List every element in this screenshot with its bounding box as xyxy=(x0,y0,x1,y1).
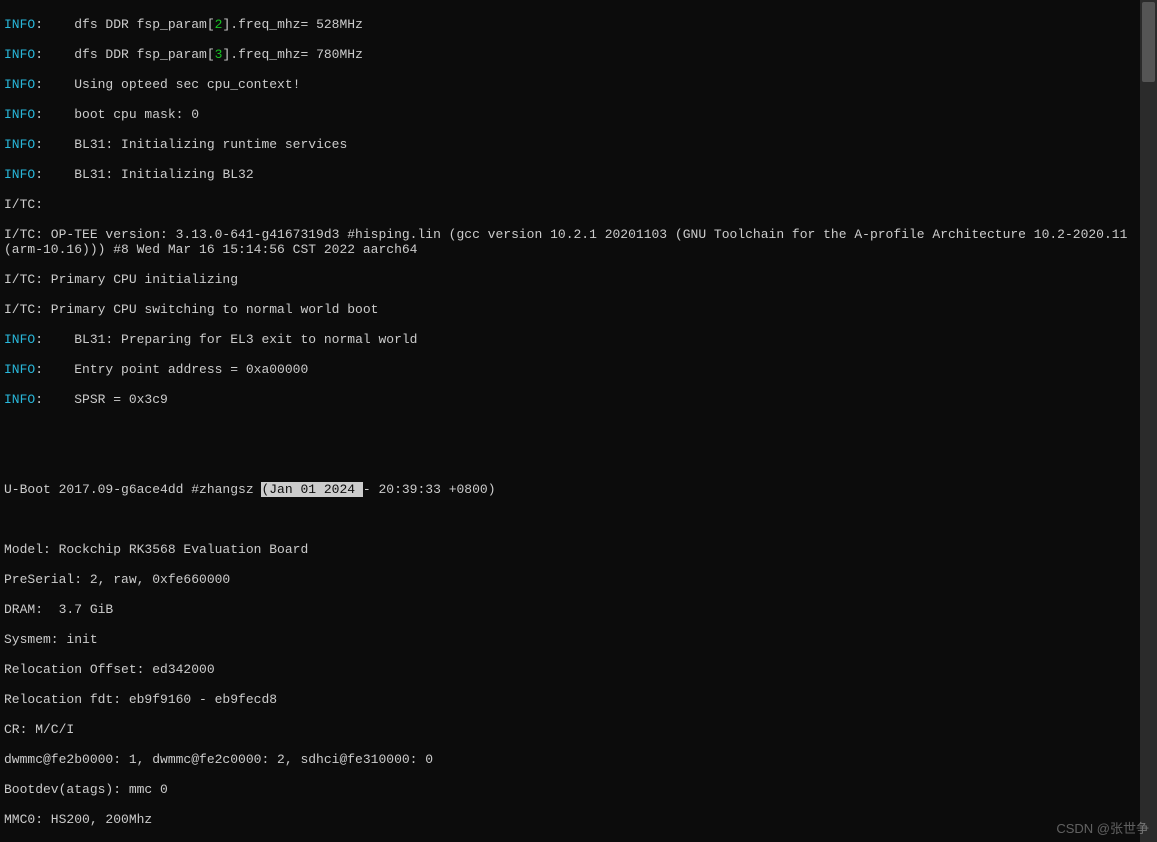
log-line: INFO: dfs DDR fsp_param[2].freq_mhz= 528… xyxy=(4,17,1136,32)
log-line: Model: Rockchip RK3568 Evaluation Board xyxy=(4,542,1136,557)
terminal[interactable]: INFO: dfs DDR fsp_param[2].freq_mhz= 528… xyxy=(0,0,1140,842)
log-line: INFO: BL31: Preparing for EL3 exit to no… xyxy=(4,332,1136,347)
log-text: I/TC: Primary CPU switching to normal wo… xyxy=(4,302,378,317)
log-text: Relocation Offset: ed342000 xyxy=(4,662,215,677)
log-text: : Using opteed sec cpu_context! xyxy=(35,77,300,92)
log-line xyxy=(4,452,1136,467)
log-text: Bootdev(atags): mmc 0 xyxy=(4,782,168,797)
log-line xyxy=(4,422,1136,437)
log-text: : BL31: Preparing for EL3 exit to normal… xyxy=(35,332,417,347)
log-line: CR: M/C/I xyxy=(4,722,1136,737)
log-text: PreSerial: 2, raw, 0xfe660000 xyxy=(4,572,230,587)
log-line: Relocation Offset: ed342000 xyxy=(4,662,1136,677)
log-line: dwmmc@fe2b0000: 1, dwmmc@fe2c0000: 2, sd… xyxy=(4,752,1136,767)
log-text: - 20:39:33 +0800) xyxy=(363,482,496,497)
scrollbar[interactable] xyxy=(1140,0,1157,842)
info-tag: INFO xyxy=(4,137,35,152)
info-tag: INFO xyxy=(4,332,35,347)
log-line: Relocation fdt: eb9f9160 - eb9fecd8 xyxy=(4,692,1136,707)
log-line: INFO: dfs DDR fsp_param[3].freq_mhz= 780… xyxy=(4,47,1136,62)
log-text: : BL31: Initializing runtime services xyxy=(35,137,347,152)
log-text: ].freq_mhz= 780MHz xyxy=(222,47,362,62)
log-text: MMC0: HS200, 200Mhz xyxy=(4,812,152,827)
info-tag: INFO xyxy=(4,167,35,182)
log-line xyxy=(4,512,1136,527)
log-text: : dfs DDR fsp_param[ xyxy=(35,47,214,62)
log-line: I/TC: OP-TEE version: 3.13.0-641-g416731… xyxy=(4,227,1136,257)
log-text: dwmmc@fe2b0000: 1, dwmmc@fe2c0000: 2, sd… xyxy=(4,752,433,767)
log-line: INFO: BL31: Initializing runtime service… xyxy=(4,137,1136,152)
log-line: INFO: SPSR = 0x3c9 xyxy=(4,392,1136,407)
log-line: INFO: BL31: Initializing BL32 xyxy=(4,167,1136,182)
log-text: Sysmem: init xyxy=(4,632,98,647)
highlighted-date: (Jan 01 2024 xyxy=(261,482,362,497)
info-tag: INFO xyxy=(4,107,35,122)
log-text: : SPSR = 0x3c9 xyxy=(35,392,168,407)
log-line: U-Boot 2017.09-g6ace4dd #zhangsz (Jan 01… xyxy=(4,482,1136,497)
log-text: I/TC: Primary CPU initializing xyxy=(4,272,238,287)
info-tag: INFO xyxy=(4,392,35,407)
info-tag: INFO xyxy=(4,362,35,377)
log-line: Bootdev(atags): mmc 0 xyxy=(4,782,1136,797)
log-line: DRAM: 3.7 GiB xyxy=(4,602,1136,617)
log-text: U-Boot 2017.09-g6ace4dd #zhangsz xyxy=(4,482,261,497)
log-line: I/TC: xyxy=(4,197,1136,212)
log-text: CR: M/C/I xyxy=(4,722,74,737)
log-line: Sysmem: init xyxy=(4,632,1136,647)
log-line: PreSerial: 2, raw, 0xfe660000 xyxy=(4,572,1136,587)
log-line: I/TC: Primary CPU switching to normal wo… xyxy=(4,302,1136,317)
info-tag: INFO xyxy=(4,77,35,92)
log-text: I/TC: OP-TEE version: 3.13.0-641-g416731… xyxy=(4,227,1135,257)
scrollbar-thumb[interactable] xyxy=(1142,2,1155,82)
log-text: : dfs DDR fsp_param[ xyxy=(35,17,214,32)
log-text: : BL31: Initializing BL32 xyxy=(35,167,253,182)
log-text: Relocation fdt: eb9f9160 - eb9fecd8 xyxy=(4,692,277,707)
log-line: INFO: Using opteed sec cpu_context! xyxy=(4,77,1136,92)
log-line: I/TC: Primary CPU initializing xyxy=(4,272,1136,287)
log-line: INFO: boot cpu mask: 0 xyxy=(4,107,1136,122)
log-text: : boot cpu mask: 0 xyxy=(35,107,199,122)
log-line: MMC0: HS200, 200Mhz xyxy=(4,812,1136,827)
log-text: : Entry point address = 0xa00000 xyxy=(35,362,308,377)
log-line: INFO: Entry point address = 0xa00000 xyxy=(4,362,1136,377)
watermark: CSDN @张世争 xyxy=(1056,821,1149,836)
log-text: ].freq_mhz= 528MHz xyxy=(222,17,362,32)
info-tag: INFO xyxy=(4,17,35,32)
log-text: Model: Rockchip RK3568 Evaluation Board xyxy=(4,542,308,557)
log-text: I/TC: xyxy=(4,197,51,212)
info-tag: INFO xyxy=(4,47,35,62)
log-text: DRAM: 3.7 GiB xyxy=(4,602,113,617)
